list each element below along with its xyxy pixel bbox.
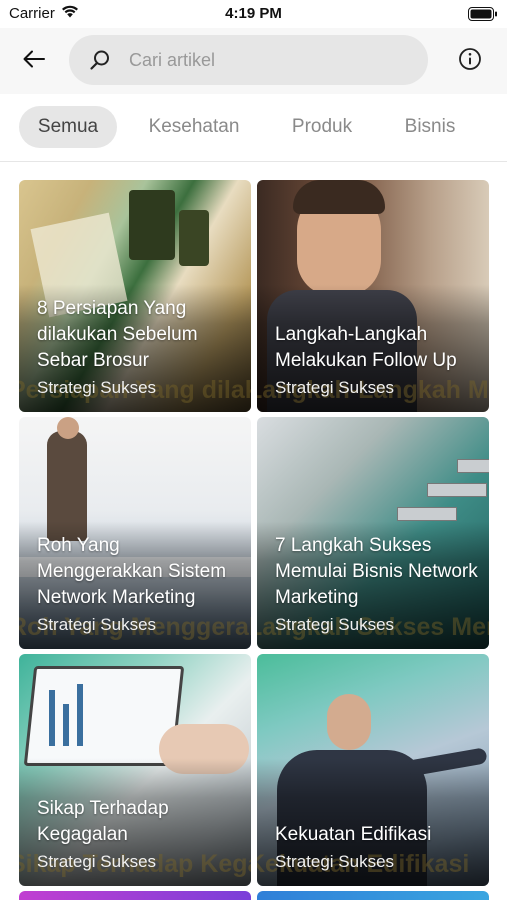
article-grid: Persiapan Yang dilakukan Sebelum Sebar B… [0,162,507,900]
article-category: Strategi Sukses [275,852,395,871]
article-title: 8 Persiapan Yang dilakukan Sebelum Sebar… [37,298,198,371]
article-title: Langkah-Langkah Melakukan Follow Up [275,324,457,371]
battery-icon [468,7,498,25]
article-card-partial[interactable] [257,891,489,900]
article-title: 7 Langkah Sukses Memulai Bisnis Network … [275,535,478,608]
tab-bisnis[interactable]: Bisnis [392,106,468,148]
info-button[interactable] [454,45,486,77]
article-card[interactable]: Persiapan Yang dilakukan Sebelum Sebar B… [19,180,251,412]
article-title: Sikap Terhadap Kegagalan [37,798,169,845]
article-category: Strategi Sukses [37,852,157,871]
search-header [0,28,507,94]
search-input[interactable] [129,49,389,71]
article-card[interactable]: Langkah-Langkah Melakukan Follow Up Lang… [257,180,489,412]
article-card-partial[interactable] [19,891,251,900]
search-box[interactable] [69,35,428,85]
article-card[interactable]: Sikap Terhadap Kegagalan Sikap Terhadap … [19,654,251,886]
article-card[interactable]: Kekuatan Edifikasi Kekuatan Edifikasi St… [257,654,489,886]
info-icon [458,47,482,76]
category-tabs: Semua Kesehatan Produk Bisnis [0,94,507,162]
tab-semua[interactable]: Semua [19,106,117,148]
article-card[interactable]: Roh Yang Menggerakkan Sistem Network Mar… [19,417,251,649]
article-category: Strategi Sukses [37,378,157,397]
back-button[interactable] [16,43,52,79]
article-title: Kekuatan Edifikasi [275,824,432,845]
status-bar: Carrier 4:19 PM [0,0,507,28]
article-card[interactable]: Langkah Sukses Memulai Bisnis Network Ma… [257,417,489,649]
arrow-left-icon [23,50,45,73]
article-category: Strategi Sukses [37,615,157,634]
article-title: Roh Yang Menggerakkan Sistem Network Mar… [37,535,227,608]
article-category: Strategi Sukses [275,378,395,397]
tab-produk[interactable]: Produk [277,106,367,148]
tab-kesehatan[interactable]: Kesehatan [136,106,252,148]
article-category: Strategi Sukses [275,615,395,634]
search-icon [89,49,111,71]
status-time: 4:19 PM [225,5,282,22]
